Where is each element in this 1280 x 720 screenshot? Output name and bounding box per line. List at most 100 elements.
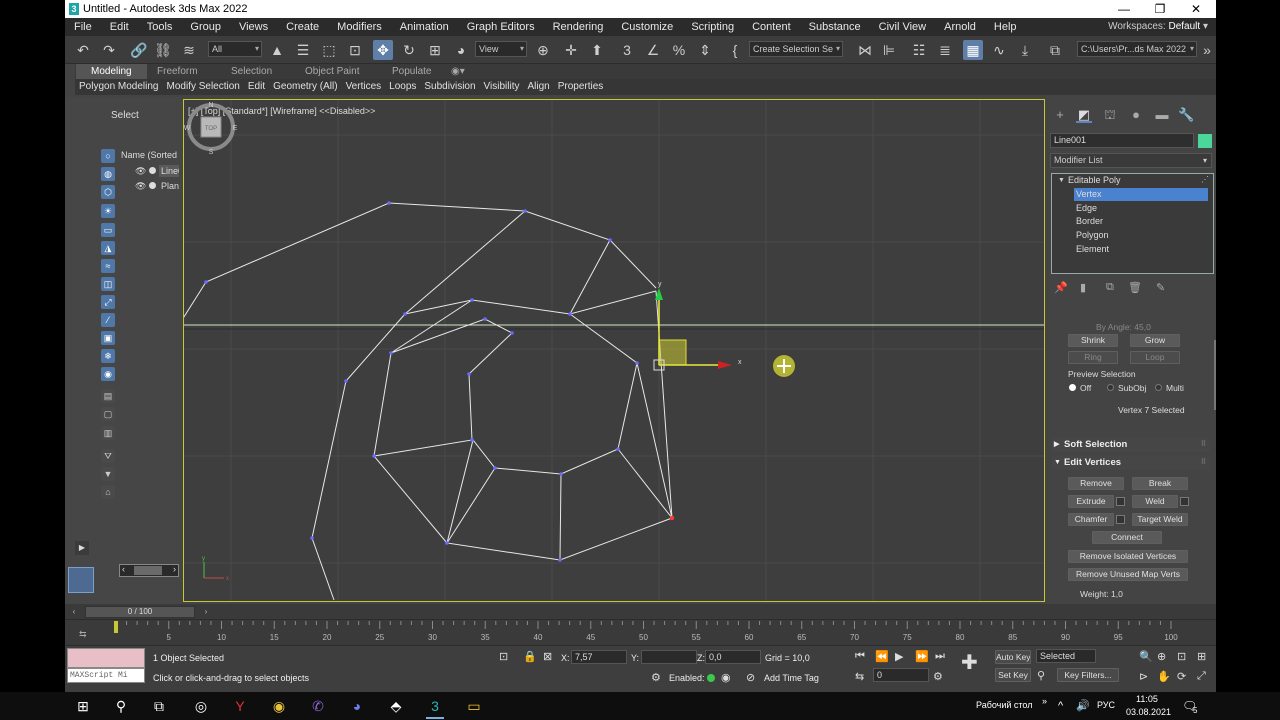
move-gizmo-x-arrow-icon[interactable] bbox=[718, 361, 732, 369]
yandex-browser-icon[interactable]: Y bbox=[229, 696, 251, 716]
3dsmax-taskbar-icon[interactable]: 3 bbox=[424, 696, 446, 719]
freeze-dot-icon[interactable] bbox=[149, 167, 156, 174]
add-time-tag-label[interactable]: Add Time Tag bbox=[764, 673, 819, 683]
invert-display-icon[interactable]: ▥ bbox=[101, 426, 115, 440]
previous-frame-icon[interactable]: ⏪ bbox=[875, 650, 889, 663]
ribbon-visibility[interactable]: Visibility bbox=[480, 79, 524, 95]
modifier-list-dropdown[interactable]: Modifier List bbox=[1050, 153, 1212, 168]
display-shapes-icon[interactable]: ⬡ bbox=[101, 185, 115, 199]
tab-selection[interactable]: Selection bbox=[216, 64, 287, 79]
windows-start-icon[interactable]: ⊞ bbox=[72, 696, 94, 716]
auto-key-button[interactable]: Auto Key bbox=[995, 650, 1031, 664]
layer-explorer-icon[interactable]: ≣ bbox=[935, 40, 955, 60]
remove-modifier-icon[interactable]: 🗑 bbox=[1128, 281, 1142, 294]
render-setup-icon[interactable]: ⧉ bbox=[1045, 40, 1065, 60]
spline-segment[interactable] bbox=[373, 299, 513, 457]
tab-modeling[interactable]: Modeling bbox=[76, 64, 147, 79]
schematic-view-icon[interactable]: ⤓ bbox=[1015, 40, 1035, 60]
break-button[interactable]: Break bbox=[1132, 477, 1188, 490]
maximize-button[interactable]: ❐ bbox=[1142, 0, 1178, 18]
display-lights-icon[interactable]: ☀ bbox=[101, 204, 115, 218]
rollout-grip-icon[interactable]: ⠿ bbox=[1201, 438, 1206, 452]
clock-date[interactable]: 03.08.2021 bbox=[1126, 707, 1171, 717]
volume-icon[interactable]: 🔊 bbox=[1076, 699, 1090, 712]
open-mini-curve-editor-icon[interactable]: ⇆ bbox=[79, 629, 87, 639]
viewport-canvas[interactable]: x y y x bbox=[184, 100, 1045, 602]
ribbon-geometry-all[interactable]: Geometry (All) bbox=[269, 79, 341, 95]
vertex-point[interactable] bbox=[470, 298, 474, 302]
time-configuration-icon[interactable]: ⚙ bbox=[933, 670, 943, 683]
go-to-end-icon[interactable]: ⏭ bbox=[935, 650, 945, 663]
tab-populate[interactable]: Populate bbox=[377, 64, 446, 79]
vertex-point[interactable] bbox=[387, 201, 391, 205]
maxscript-listener-output[interactable] bbox=[67, 648, 145, 668]
find-icon[interactable]: ⌂ bbox=[101, 485, 115, 499]
display-helpers-icon[interactable]: ◮ bbox=[101, 241, 115, 255]
menu-file[interactable]: File bbox=[65, 18, 101, 36]
adaptive-degradation-icon[interactable]: ◉ bbox=[721, 671, 731, 684]
stack-border[interactable]: Border bbox=[1076, 215, 1103, 228]
create-tab-icon[interactable]: + bbox=[1052, 107, 1068, 123]
zoom-icon[interactable]: 🔍 bbox=[1139, 650, 1153, 663]
stack-pin-icon[interactable]: ⋰ bbox=[1201, 175, 1209, 184]
language-indicator[interactable]: РУС bbox=[1097, 700, 1115, 710]
spline-segment[interactable] bbox=[404, 210, 526, 315]
maximize-viewport-icon[interactable]: ⤢ bbox=[1197, 670, 1206, 683]
modify-tab-icon[interactable]: ◩ bbox=[1076, 107, 1092, 123]
vertex-point-selected[interactable] bbox=[669, 515, 675, 521]
display-none-toggle-icon[interactable]: ▢ bbox=[101, 407, 115, 421]
place-icon[interactable]: ◕ bbox=[451, 40, 471, 60]
utilities-tab-icon[interactable]: 🔧 bbox=[1178, 107, 1194, 123]
display-groups-icon[interactable]: ◫ bbox=[101, 277, 115, 291]
scene-explorer-icon[interactable]: ☷ bbox=[909, 40, 929, 60]
vertex-point[interactable] bbox=[403, 312, 407, 316]
reference-coordinate-dropdown[interactable]: View bbox=[475, 41, 527, 57]
select-and-rotate-icon[interactable]: ↻ bbox=[399, 40, 419, 60]
select-object-icon[interactable]: ▲ bbox=[267, 40, 287, 60]
viewport-top[interactable]: xyyx [+] [Top] [Standard*] [Wireframe] <… bbox=[183, 99, 1045, 602]
spline-segment[interactable] bbox=[311, 313, 406, 601]
display-cameras-icon[interactable]: ▭ bbox=[101, 223, 115, 237]
play-icon[interactable]: ▶ bbox=[895, 650, 903, 663]
ribbon-edit[interactable]: Edit bbox=[244, 79, 269, 95]
key-set-dropdown[interactable]: Selected bbox=[1036, 649, 1096, 663]
x-coord-field[interactable]: 7,57 bbox=[571, 650, 627, 664]
vertex-point[interactable] bbox=[493, 466, 497, 470]
close-button[interactable]: ✕ bbox=[1178, 0, 1214, 18]
next-frame-icon[interactable]: ⏩ bbox=[915, 650, 929, 663]
unlink-icon[interactable]: ⛓ bbox=[153, 40, 173, 60]
display-geometry-icon[interactable]: ◍ bbox=[101, 167, 115, 181]
isolate-selection-icon[interactable]: ⊡ bbox=[499, 650, 508, 663]
menu-graph-editors[interactable]: Graph Editors bbox=[458, 18, 544, 36]
rectangle-selection-icon[interactable]: ⬚ bbox=[319, 40, 339, 60]
spline-segment[interactable] bbox=[184, 202, 657, 320]
ribbon-modify-selection[interactable]: Modify Selection bbox=[163, 79, 244, 95]
display-containers-icon[interactable]: ▣ bbox=[101, 331, 115, 345]
menu-animation[interactable]: Animation bbox=[391, 18, 458, 36]
select-and-move-icon[interactable]: ✥ bbox=[373, 40, 393, 60]
vertex-point[interactable] bbox=[523, 209, 527, 213]
named-selection-dropdown[interactable]: Create Selection Se bbox=[749, 41, 843, 57]
chrome-icon[interactable]: ◉ bbox=[268, 696, 290, 716]
menu-customize[interactable]: Customize bbox=[612, 18, 682, 36]
scene-explorer-select-label[interactable]: Select bbox=[111, 110, 139, 121]
link-icon[interactable]: 🔗 bbox=[129, 40, 149, 60]
window-crossing-icon[interactable]: ⊡ bbox=[345, 40, 365, 60]
stack-element[interactable]: Element bbox=[1076, 243, 1109, 256]
more-toolbar-icon[interactable]: » bbox=[1197, 40, 1216, 60]
vertex-point[interactable] bbox=[510, 331, 514, 335]
collapse-triangle-icon[interactable]: ▼ bbox=[1058, 174, 1065, 187]
display-spacewarps-icon[interactable]: ≈ bbox=[101, 259, 115, 273]
curve-editor-icon[interactable]: ∿ bbox=[989, 40, 1009, 60]
weld-button[interactable]: Weld bbox=[1132, 495, 1178, 508]
mirror-icon[interactable]: ⋈ bbox=[855, 40, 875, 60]
undo-icon[interactable]: ↶ bbox=[73, 40, 93, 60]
menu-content[interactable]: Content bbox=[743, 18, 800, 36]
object-name-field[interactable]: Line001 bbox=[1050, 133, 1194, 148]
show-hidden-icons[interactable]: » bbox=[1042, 696, 1047, 706]
file-explorer-icon[interactable]: ▭ bbox=[463, 696, 485, 716]
spline-segment[interactable] bbox=[404, 290, 657, 315]
hierarchy-tab-icon[interactable]: ⛫ bbox=[1102, 107, 1118, 123]
make-unique-icon[interactable]: ⧉ bbox=[1106, 281, 1114, 294]
track-bar-ruler[interactable]: 5 10 15 20 25 30 35 40 45 50 55 60 65 70 75 80 85 90 95 100… bbox=[65, 620, 1216, 647]
